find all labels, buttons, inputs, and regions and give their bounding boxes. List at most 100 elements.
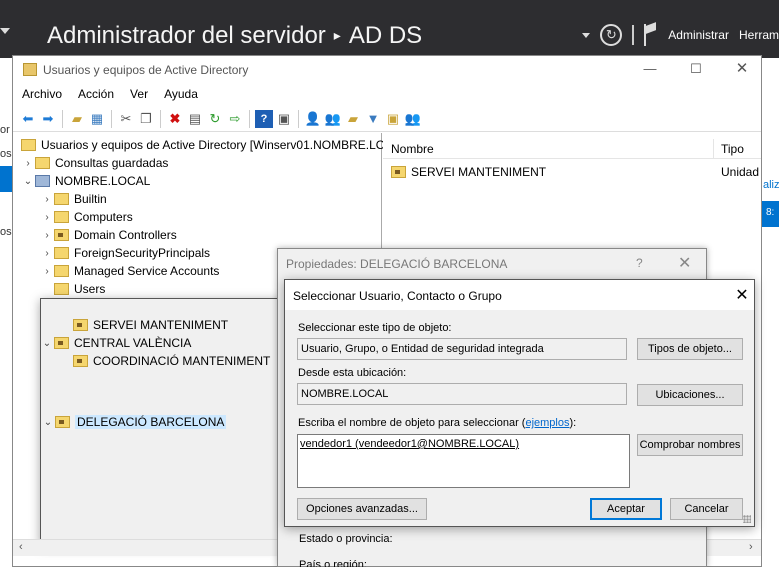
column-divider[interactable] — [713, 139, 714, 159]
server-manager-header: Administrador del servidor ▸ AD DS ↻ Admin… — [0, 0, 779, 58]
chevron-right-icon[interactable]: › — [40, 266, 54, 277]
tree-item-central-valencia[interactable]: ⌄ CENTRAL VALÈNCIA — [40, 334, 192, 352]
aduc-root-icon — [21, 139, 36, 151]
console-icon[interactable]: ▣ — [275, 110, 293, 128]
object-types-button[interactable]: Tipos de objeto... — [637, 338, 743, 360]
new-group-icon[interactable]: 👥 — [324, 110, 342, 128]
tree-item-label: Users — [74, 282, 106, 296]
up-folder-icon[interactable]: ▰ — [68, 110, 86, 128]
menu-tools[interactable]: Herram — [739, 28, 779, 42]
collapse-arrow-icon[interactable] — [0, 28, 10, 34]
minimize-icon[interactable]: — — [639, 61, 661, 77]
object-type-field: Usuario, Grupo, o Entidad de seguridad i… — [297, 338, 627, 360]
help-icon[interactable]: ? — [636, 256, 643, 270]
country-label: País o región: — [299, 559, 367, 567]
state-label: Estado o provincia: — [299, 533, 393, 545]
aduc-title: Usuarios y equipos de Active Directory — [43, 63, 249, 77]
chevron-down-icon[interactable]: ⌄ — [40, 338, 54, 349]
maximize-icon[interactable]: ☐ — [685, 61, 707, 77]
domain-icon — [35, 175, 50, 187]
chevron-right-icon[interactable]: › — [40, 212, 54, 223]
nav-dropdown-icon[interactable] — [582, 32, 591, 38]
ou-icon — [54, 337, 69, 349]
location-label: Desde esta ubicación: — [298, 367, 407, 379]
tree-item-label: Managed Service Accounts — [74, 264, 220, 278]
properties-icon[interactable]: ▤ — [186, 110, 204, 128]
chevron-down-icon[interactable]: ⌄ — [21, 176, 35, 187]
tree-item-label: NOMBRE.LOCAL — [55, 174, 151, 188]
show-console-tree-icon[interactable]: ▦ — [88, 110, 106, 128]
advanced-button[interactable]: Opciones avanzadas... — [297, 498, 427, 520]
menu-ayuda[interactable]: Ayuda — [155, 84, 205, 106]
server-manager-toolbar: ↻ Administrar Herram — [582, 20, 779, 50]
column-header-name[interactable]: Nombre — [391, 142, 434, 156]
chevron-right-icon[interactable]: › — [40, 248, 54, 259]
check-names-button[interactable]: Comprobar nombres — [637, 434, 743, 456]
delegate-icon[interactable]: 👥 — [404, 110, 422, 128]
chevron-right-icon[interactable]: › — [21, 158, 35, 169]
tree-item-label: Consultas guardadas — [55, 156, 169, 170]
new-ou-icon[interactable]: ▰ — [344, 110, 362, 128]
tree-item-domain[interactable]: ⌄ NOMBRE.LOCAL — [21, 172, 151, 190]
toolbar-separator — [298, 109, 299, 128]
tree-item-builtin[interactable]: › Builtin — [40, 190, 107, 208]
cut-icon[interactable]: ✂ — [117, 110, 135, 128]
copy-icon[interactable]: ❐ — [137, 110, 155, 128]
refresh-icon[interactable]: ↻ — [206, 110, 224, 128]
tree-item-saved-queries[interactable]: › Consultas guardadas — [21, 154, 168, 172]
ok-button[interactable]: Aceptar — [590, 498, 662, 520]
tree-item-label: Computers — [74, 210, 133, 224]
object-names-input[interactable]: vendedor1 (vendeedor1@NOMBRE.LOCAL) — [297, 434, 630, 488]
tree-item-coordinacio-manteniment[interactable]: COORDINACIÓ MANTENIMENT — [73, 352, 270, 370]
tree-item-label: Builtin — [74, 192, 107, 206]
tree-item-computers[interactable]: › Computers — [40, 208, 133, 226]
locations-button[interactable]: Ubicaciones... — [637, 384, 743, 406]
menu-archivo[interactable]: Archivo — [13, 84, 69, 106]
tree-root[interactable]: Usuarios y equipos de Active Directory [… — [21, 136, 394, 154]
export-icon[interactable]: ⇨ — [226, 110, 244, 128]
chevron-down-icon[interactable]: ⌄ — [41, 417, 55, 428]
refresh-icon[interactable]: ↻ — [600, 24, 623, 46]
breadcrumb-separator-icon: ▸ — [333, 27, 341, 43]
delete-icon[interactable]: ✖ — [166, 110, 184, 128]
close-icon[interactable]: ✕ — [731, 61, 753, 77]
forward-icon[interactable]: ➡ — [39, 110, 57, 128]
tree-item-users[interactable]: Users — [40, 280, 105, 298]
filter-icon[interactable]: ▼ — [364, 110, 382, 128]
tree-item-domain-controllers[interactable]: › Domain Controllers — [40, 226, 176, 244]
help-icon[interactable]: ? — [255, 109, 273, 128]
scroll-right-icon[interactable]: › — [749, 541, 753, 553]
menu-manage[interactable]: Administrar — [668, 28, 729, 42]
close-icon[interactable]: ✕ — [678, 253, 691, 273]
right-panel-tile[interactable]: 8: — [762, 201, 779, 227]
menu-ver[interactable]: Ver — [121, 84, 155, 106]
breadcrumb-section: AD DS — [348, 22, 423, 49]
column-header-type[interactable]: Tipo — [721, 142, 744, 156]
chevron-right-icon[interactable]: › — [40, 230, 54, 241]
examples-link[interactable]: ejemplos — [525, 417, 569, 429]
ou-icon — [73, 355, 88, 367]
tree-item-foreign-security-principals[interactable]: › ForeignSecurityPrincipals — [40, 244, 210, 262]
back-icon[interactable]: ⬅ — [19, 110, 37, 128]
tree-item-servei-manteniment[interactable]: SERVEI MANTENIMENT — [73, 316, 228, 334]
toolbar-separator — [249, 109, 250, 128]
list-item[interactable]: SERVEI MANTENIMENT Unidad — [391, 163, 761, 181]
select-user-dialog: Seleccionar Usuario, Contacto o Grupo ✕ … — [284, 279, 755, 527]
names-label: Escriba el nombre de objeto para selecci… — [298, 417, 576, 429]
aduc-menubar: Archivo Acción Ver Ayuda — [13, 84, 761, 106]
add-to-group-icon[interactable]: ▣ — [384, 110, 402, 128]
sidebar-selected-item[interactable] — [0, 166, 12, 192]
list-item-name: SERVEI MANTENIMENT — [411, 165, 547, 179]
chevron-right-icon[interactable]: › — [40, 194, 54, 205]
notifications-flag-icon[interactable] — [644, 24, 658, 46]
scroll-left-icon[interactable]: ‹ — [19, 541, 23, 553]
cancel-button[interactable]: Cancelar — [670, 498, 743, 520]
new-user-icon[interactable]: 👤 — [304, 110, 322, 128]
aduc-toolbar: ⬅ ➡ ▰ ▦ ✂ ❐ ✖ ▤ ↻ ⇨ ? ▣ 👤 👥 ▰ ▼ ▣ 👥 — [13, 106, 761, 132]
tree-item-managed-service-accounts[interactable]: › Managed Service Accounts — [40, 262, 219, 280]
resize-grip-icon[interactable] — [743, 515, 751, 523]
menu-accion[interactable]: Acción — [69, 84, 121, 106]
tree-item-label: SERVEI MANTENIMENT — [93, 318, 229, 332]
server-manager-title-text: Administrador del servidor — [47, 22, 326, 49]
close-icon[interactable]: ✕ — [733, 285, 751, 305]
